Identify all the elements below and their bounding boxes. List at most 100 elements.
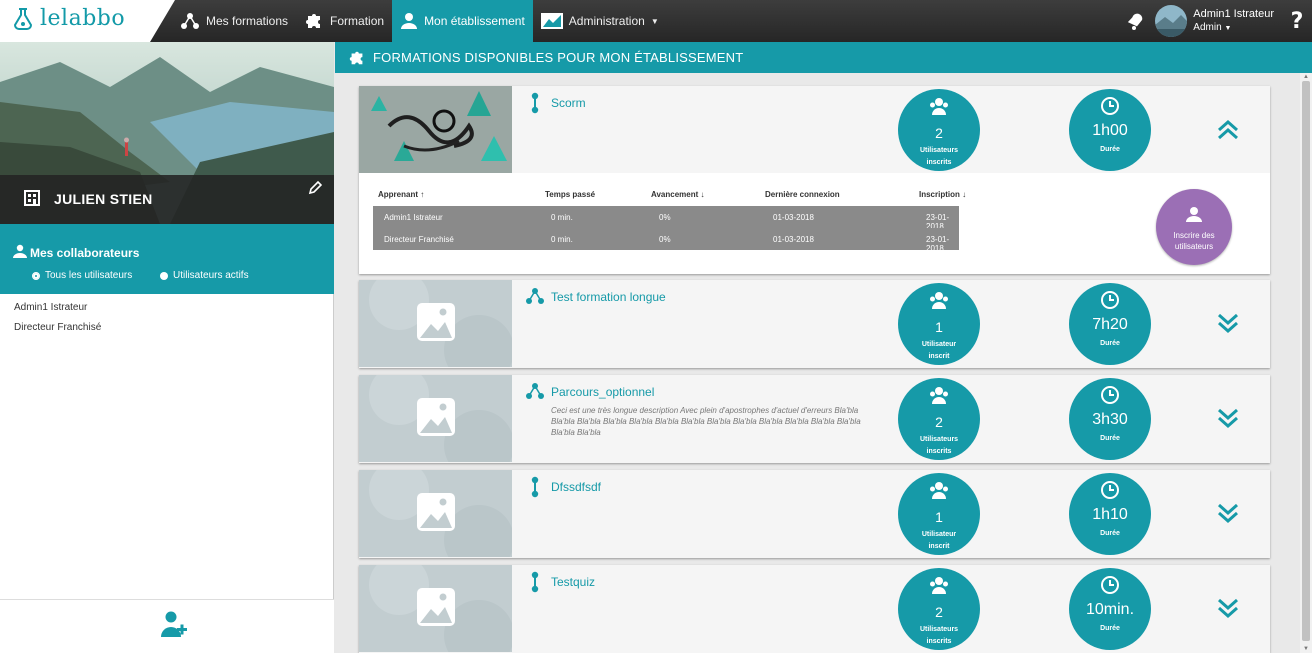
chevron-down-icon: ▼	[650, 16, 659, 26]
course-thumbnail	[359, 280, 512, 367]
help-button[interactable]: ?	[1282, 9, 1312, 34]
enrolled-label: Utilisateurs inscrits	[919, 147, 959, 166]
scorm-icon	[531, 476, 539, 498]
duration-label: Durée	[1100, 340, 1120, 347]
chevron-double-down-icon[interactable]	[1217, 312, 1239, 334]
chevron-double-down-icon[interactable]	[1217, 502, 1239, 524]
column-header-inscription[interactable]: Inscription ↓	[919, 190, 966, 199]
cell-avancement: 0%	[659, 213, 671, 222]
clock-icon	[1101, 481, 1119, 499]
sidebar: JULIEN STIEN Mes collaborateurs Tous les…	[0, 42, 334, 653]
enrolled-users-badge: 1 Utilisateur inscrit	[898, 473, 980, 555]
parcours-icon	[526, 383, 544, 399]
table-row[interactable]: Directeur Franchisé 0 min. 0% 01-03-2018…	[373, 228, 1074, 253]
cell-temps: 0 min.	[551, 213, 573, 222]
hierarchy-icon	[181, 13, 199, 29]
course-title[interactable]: Parcours_optionnel	[551, 385, 654, 399]
enrolled-label: Utilisateur inscrit	[921, 341, 957, 360]
filter-active-users[interactable]: Utilisateurs actifs	[160, 270, 249, 281]
main-nav: Mes formations Formation Mon établisseme…	[172, 0, 667, 42]
duration-label: Durée	[1100, 625, 1120, 632]
nav-mon-etablissement[interactable]: Mon établissement	[392, 0, 533, 42]
course-thumbnail	[359, 470, 512, 557]
person-bar: JULIEN STIEN	[0, 175, 334, 224]
collaborators-title: Mes collaborateurs	[30, 246, 140, 260]
scrollbar[interactable]: ▲ ▼	[1300, 73, 1312, 653]
user-menu[interactable]: Admin1 Istrateur Admin ▼	[1193, 7, 1274, 36]
course-title[interactable]: Test formation longue	[551, 290, 666, 304]
user-icon	[13, 244, 27, 258]
course-title[interactable]: Scorm	[551, 96, 586, 110]
chevron-double-down-icon[interactable]	[1217, 597, 1239, 619]
enrolled-count: 2	[935, 125, 943, 141]
nav-label: Formation	[330, 14, 385, 28]
edit-icon[interactable]	[308, 181, 322, 195]
course-card: Testquiz 2 Utilisateurs inscrits 10min. D…	[359, 565, 1270, 653]
column-header-avancement[interactable]: Avancement ↓	[651, 190, 705, 199]
cell-inscription: 23-01-2018	[926, 235, 950, 253]
nav-formation[interactable]: Formation	[296, 0, 392, 42]
bell-icon[interactable]	[1125, 11, 1145, 31]
enrolled-users-badge: 2 Utilisateurs inscrits	[898, 568, 980, 650]
enrolled-count: 1	[935, 319, 943, 335]
users-group-icon	[930, 482, 948, 499]
filter-label: Tous les utilisateurs	[45, 270, 133, 281]
duration-label: Durée	[1100, 146, 1120, 153]
column-header-temps-passe[interactable]: Temps passé	[545, 190, 595, 199]
users-group-icon	[930, 98, 948, 115]
list-item[interactable]: Admin1 Istrateur	[14, 298, 101, 318]
table-row[interactable]: Admin1 Istrateur 0 min. 0% 01-03-2018 23…	[373, 206, 1074, 231]
avatar[interactable]	[1155, 5, 1188, 37]
course-title[interactable]: Dfssdfsdf	[551, 480, 601, 494]
enrolled-users-table: Apprenant ↑ Temps passé Avancement ↓ Der…	[359, 173, 1270, 274]
search-icon[interactable]	[1049, 234, 1059, 244]
scrollbar-thumb[interactable]	[1302, 81, 1310, 641]
search-icon[interactable]	[1049, 212, 1059, 222]
nav-label: Mon établissement	[424, 14, 525, 28]
main-header: FORMATIONS DISPONIBLES POUR MON ÉTABLISS…	[335, 42, 1312, 73]
cover-image: JULIEN STIEN	[0, 42, 334, 224]
duration-badge: 10min. Durée	[1069, 568, 1151, 650]
add-user-icon[interactable]	[161, 611, 187, 639]
duration-value: 3h30	[1092, 411, 1128, 428]
duration-badge: 1h00 Durée	[1069, 89, 1151, 171]
cell-apprenant: Directeur Franchisé	[384, 235, 454, 244]
duration-badge: 7h20 Durée	[1069, 283, 1151, 365]
enroll-label: Inscrire des utilisateurs	[1173, 231, 1215, 251]
list-item[interactable]: Directeur Franchisé	[14, 318, 101, 338]
clock-icon	[1101, 386, 1119, 404]
user-icon	[1186, 207, 1202, 222]
duration-value: 10min.	[1085, 601, 1135, 618]
page-title: FORMATIONS DISPONIBLES POUR MON ÉTABLISS…	[373, 50, 744, 65]
enrolled-users-badge: 2 Utilisateurs inscrits	[898, 378, 980, 460]
collaborators-panel: Mes collaborateurs Tous les utilisateurs…	[0, 224, 334, 294]
scroll-down-arrow[interactable]: ▼	[1303, 646, 1309, 652]
course-card: Parcours_optionnel Ceci est une très lon…	[359, 375, 1270, 463]
sidebar-footer	[0, 599, 334, 653]
nav-administration[interactable]: Administration ▼	[533, 0, 667, 42]
nav-label: Administration	[568, 14, 645, 28]
enroll-users-button[interactable]: Inscrire des utilisateurs	[1156, 189, 1232, 265]
course-title[interactable]: Testquiz	[551, 575, 595, 589]
duration-badge: 3h30 Durée	[1069, 378, 1151, 460]
duration-value: 7h20	[1092, 316, 1128, 333]
avatar-image	[1155, 5, 1188, 37]
filter-all-users[interactable]: Tous les utilisateurs	[32, 270, 132, 281]
chevron-double-up-icon[interactable]	[1217, 118, 1239, 140]
trash-icon[interactable]	[1064, 211, 1074, 222]
trash-icon[interactable]	[1064, 233, 1074, 244]
top-navigation-bar: lelabbo Mes formations Formation Mon éta…	[0, 0, 1312, 42]
nav-mes-formations[interactable]: Mes formations	[172, 0, 296, 42]
cell-avancement: 0%	[659, 235, 671, 244]
duration-value: 1h00	[1092, 122, 1128, 139]
chart-icon	[540, 13, 563, 29]
app-logo[interactable]: lelabbo	[12, 6, 125, 31]
user-area: Admin1 Istrateur Admin ▼ ?	[1125, 0, 1312, 42]
collaborators-list: Admin1 Istrateur Directeur Franchisé	[14, 298, 101, 338]
column-header-derniere-connexion[interactable]: Dernière connexion	[765, 190, 840, 199]
column-header-apprenant[interactable]: Apprenant ↑	[378, 190, 424, 199]
radio-selected-icon	[32, 271, 40, 280]
logo-tab: lelabbo	[0, 0, 175, 42]
chevron-double-down-icon[interactable]	[1217, 407, 1239, 429]
scroll-up-arrow[interactable]: ▲	[1303, 74, 1309, 80]
